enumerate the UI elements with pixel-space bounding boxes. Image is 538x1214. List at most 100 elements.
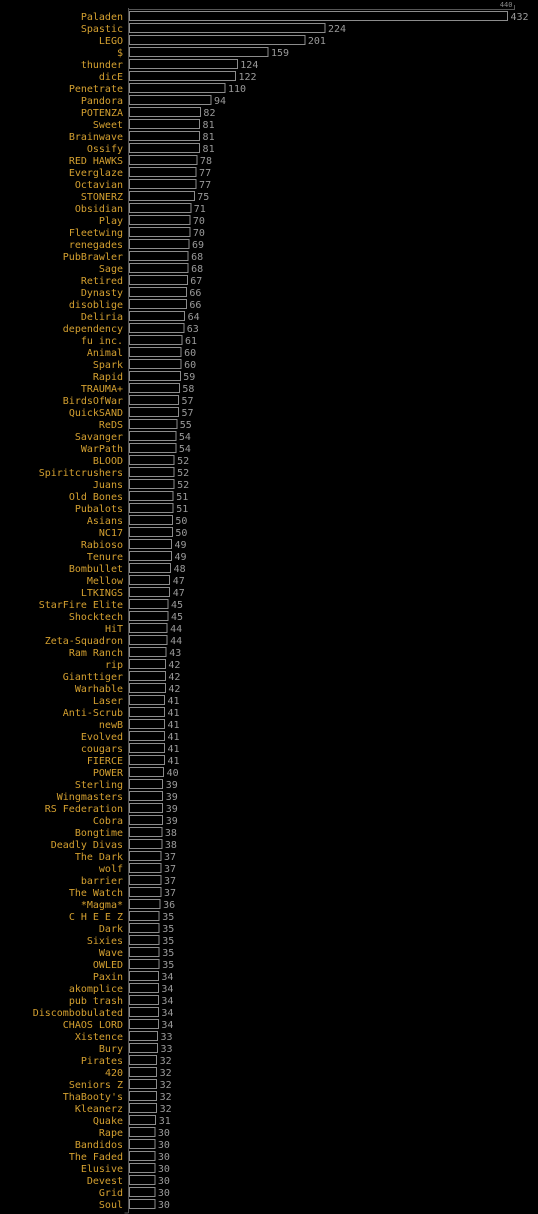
- value-label: 67: [190, 276, 202, 287]
- bar: [129, 323, 185, 333]
- category-label: *Magma*: [81, 900, 123, 911]
- category-label: Brainwave: [69, 132, 123, 143]
- bar: [129, 119, 201, 129]
- value-label: 77: [199, 168, 211, 179]
- value-label: 35: [162, 960, 174, 971]
- category-label: Everglaze: [69, 168, 123, 179]
- value-label: 39: [166, 804, 178, 815]
- category-label: Zeta-Squadron: [45, 636, 123, 647]
- bar: [129, 1031, 158, 1041]
- value-label: 44: [170, 624, 182, 635]
- value-label: 33: [160, 1032, 172, 1043]
- value-label: 59: [183, 372, 195, 383]
- value-label: 54: [179, 444, 191, 455]
- bar: [129, 1007, 159, 1017]
- category-label: Mellow: [87, 576, 124, 587]
- value-label: 60: [184, 348, 196, 359]
- category-label: C H E E Z: [69, 912, 123, 923]
- category-label: Rabioso: [81, 540, 123, 551]
- bar: [129, 983, 159, 993]
- bar: [129, 179, 197, 189]
- bar: [129, 95, 212, 105]
- value-label: 45: [171, 612, 183, 623]
- bar: [129, 539, 172, 549]
- bar: [129, 611, 169, 621]
- bar: [129, 875, 162, 885]
- category-label: TRAUMA+: [81, 384, 123, 395]
- bar: [129, 827, 163, 837]
- value-label: 40: [167, 768, 179, 779]
- value-label: 63: [187, 324, 199, 335]
- category-label: dicE: [99, 72, 123, 83]
- category-label: StarFire Elite: [39, 600, 123, 611]
- value-label: 52: [177, 456, 189, 467]
- value-label: 49: [174, 540, 186, 551]
- bars: [129, 11, 508, 1209]
- value-label: 37: [164, 864, 176, 875]
- category-label: Devest: [87, 1176, 123, 1187]
- value-label: 122: [239, 72, 257, 83]
- bar: [129, 971, 159, 981]
- value-label: 224: [328, 24, 346, 35]
- value-label: 43: [169, 648, 181, 659]
- bar: [129, 311, 186, 321]
- category-label: Wingmasters: [57, 792, 123, 803]
- category-label: Sixies: [87, 936, 123, 947]
- bar: [129, 647, 167, 657]
- value-label: 51: [176, 504, 188, 515]
- category-label: Pirates: [81, 1056, 123, 1067]
- bar: [129, 695, 165, 705]
- value-label: 57: [182, 396, 194, 407]
- category-label: Ossify: [87, 144, 123, 155]
- category-label: PubBrawler: [63, 252, 123, 263]
- category-label: WarPath: [81, 444, 123, 455]
- category-label: Spark: [93, 360, 123, 371]
- bar: [129, 1091, 158, 1101]
- bar: [129, 935, 160, 945]
- bar: [129, 839, 163, 849]
- category-label: The Faded: [69, 1152, 123, 1163]
- value-label: 35: [162, 924, 174, 935]
- category-label: Bombullet: [69, 564, 123, 575]
- category-label: Xistence: [75, 1032, 123, 1043]
- bar: [129, 575, 171, 585]
- bar: [129, 923, 160, 933]
- bar: [129, 263, 189, 273]
- bar: [129, 1199, 156, 1209]
- value-label: 57: [182, 408, 194, 419]
- value-label: 34: [161, 996, 173, 1007]
- bar: [129, 479, 175, 489]
- bar: [129, 803, 164, 813]
- bar: [129, 1139, 156, 1149]
- category-label: Pubalots: [75, 504, 123, 515]
- category-label: wolf: [99, 864, 123, 875]
- value-label: 32: [160, 1104, 172, 1115]
- category-label: BLOOD: [93, 456, 123, 467]
- category-label: Obsidian: [75, 204, 123, 215]
- bar: [129, 443, 177, 453]
- value-label: 37: [164, 852, 176, 863]
- category-label: Dynasty: [81, 288, 123, 299]
- value-label: 35: [162, 912, 174, 923]
- category-label: Spiritcrushers: [39, 468, 123, 479]
- value-label: 82: [203, 108, 215, 119]
- bar: [129, 623, 168, 633]
- bar: [129, 143, 201, 153]
- bar: [129, 359, 182, 369]
- category-label: Soul: [99, 1200, 123, 1211]
- value-label: 48: [174, 564, 186, 575]
- value-label: 42: [168, 684, 180, 695]
- value-label: 51: [176, 492, 188, 503]
- bar: [129, 23, 326, 33]
- bar: [129, 743, 165, 753]
- category-label: Bandidos: [75, 1140, 123, 1151]
- category-label: NC17: [99, 528, 123, 539]
- category-label: newB: [99, 720, 123, 731]
- value-label: 38: [165, 840, 177, 851]
- category-label: dependency: [63, 324, 123, 335]
- value-label: 32: [160, 1068, 172, 1079]
- category-label: STONERZ: [81, 192, 123, 203]
- bar: [129, 275, 188, 285]
- category-label: Anti-Scrub: [63, 708, 123, 719]
- category-label: Paxin: [93, 972, 123, 983]
